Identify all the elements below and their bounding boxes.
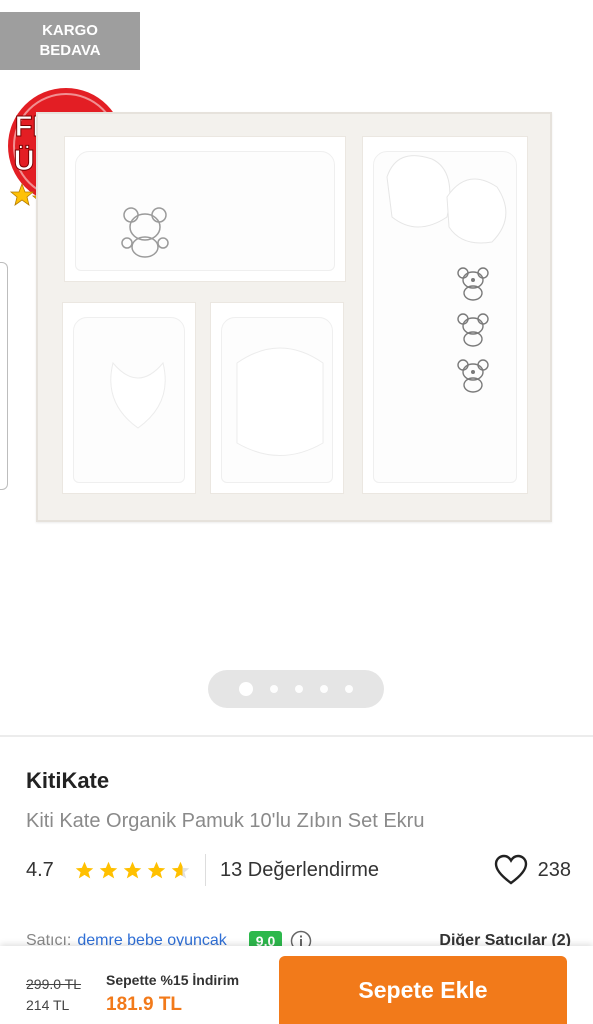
bib-icon (110, 361, 166, 429)
star-icon (75, 861, 94, 878)
rating-separator (205, 854, 206, 886)
brand-name[interactable]: KitiKate (26, 768, 109, 794)
bear-print-icon (457, 359, 489, 393)
image-pager[interactable] (208, 670, 384, 708)
free-shipping-badge-line1: KARGO (42, 22, 98, 39)
basket-discount-text: Sepette %15 İndirim (106, 972, 240, 988)
pager-dot-active[interactable] (239, 682, 253, 696)
info-icon[interactable] (290, 930, 312, 946)
basket-discount-price: 181.9 TL (106, 994, 183, 1015)
mittens-icon (386, 155, 507, 244)
seller-label: Satıcı: (26, 932, 72, 946)
pager-dot[interactable] (345, 685, 353, 693)
seller-score-badge: 9.0 (248, 931, 283, 946)
bear-print-icon (457, 267, 489, 301)
star-half-icon (171, 861, 190, 878)
product-image-gallery[interactable]: KARGO BEDAVA FIRSAT ÜRÜNÜ (0, 0, 593, 737)
review-count-link[interactable]: 13 Değerlendirme (220, 859, 379, 882)
gallery-side-handle[interactable] (0, 262, 8, 490)
heart-icon (494, 854, 527, 885)
bodysuit-compartment (64, 136, 346, 282)
rating-stars[interactable] (74, 860, 191, 881)
star-icon (99, 861, 118, 878)
product-image (36, 112, 552, 522)
product-title: Kiti Kate Organik Pamuk 10'lu Zıbın Set … (26, 810, 425, 832)
rating-value: 4.7 (26, 858, 54, 881)
bib-compartment (62, 302, 196, 494)
free-shipping-badge: KARGO BEDAVA (0, 12, 140, 70)
star-icon (147, 861, 166, 878)
blanket-compartment (362, 136, 528, 494)
rating-row: 4.7 13 Değerlendirme 238 (26, 852, 571, 888)
bear-print-icon (457, 313, 489, 347)
section-divider (0, 735, 593, 737)
old-price: 299.0 TL (26, 976, 82, 992)
bear-embroidery-icon (121, 207, 169, 258)
seller-row: Satıcı: demre bebe oyuncak 9.0 Diğer Sat… (0, 926, 593, 946)
current-price: 214 TL (26, 997, 70, 1013)
pager-dot[interactable] (320, 685, 328, 693)
free-shipping-badge-line2: BEDAVA (39, 42, 101, 59)
favorite-count: 238 (537, 858, 571, 881)
favorite-button[interactable]: 238 (494, 854, 571, 886)
hat-icon (236, 347, 324, 456)
pager-dot[interactable] (295, 685, 303, 693)
seller-name-link[interactable]: demre bebe oyuncak (77, 932, 226, 946)
add-to-cart-button[interactable]: Sepete Ekle (279, 956, 567, 1024)
bottom-purchase-bar: 299.0 TL 214 TL Sepette %15 İndirim 181.… (0, 946, 593, 1024)
pager-dot[interactable] (270, 685, 278, 693)
other-sellers-link[interactable]: Diğer Satıcılar (2) (439, 932, 571, 946)
star-icon (123, 861, 142, 878)
hat-compartment (210, 302, 344, 494)
